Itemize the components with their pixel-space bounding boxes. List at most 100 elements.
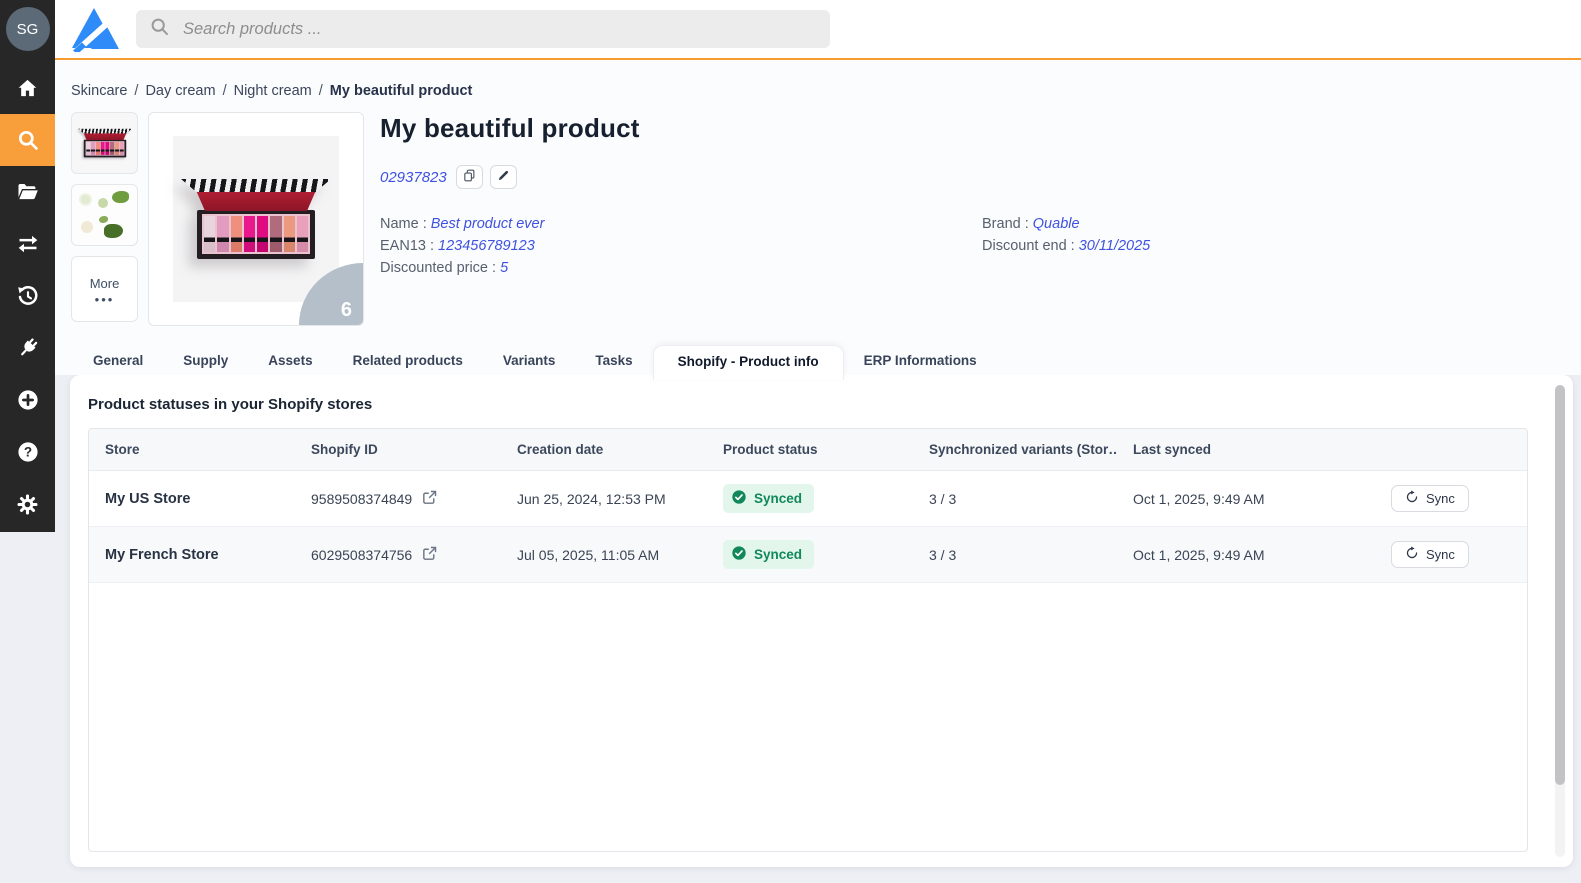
sidebar-item-search[interactable] [0, 114, 55, 166]
sidebar-nav-top [0, 62, 55, 322]
tab-assets[interactable]: Assets [248, 345, 332, 375]
main-content: Skincare / Day cream / Night cream / My beauti… [55, 60, 1581, 883]
column-header: Last synced [1133, 442, 1212, 457]
copy-icon [462, 168, 477, 186]
field-value: Quable [1032, 216, 1080, 232]
breadcrumb: Skincare / Day cream / Night cream / My beauti… [71, 83, 1581, 99]
thumbnail-list: More ••• [71, 112, 138, 326]
external-link-icon[interactable] [421, 545, 438, 565]
product-header-section: Skincare / Day cream / Night cream / My beauti… [55, 60, 1581, 345]
store-name: My US Store [105, 490, 191, 507]
shopify-panel: Product statuses in your Shopify stores … [70, 375, 1573, 867]
app-window: SG ? Search products ... Skincare / Day … [0, 0, 1581, 883]
field-value: 123456789123 [438, 238, 535, 254]
panel-scrollbar[interactable] [1555, 385, 1565, 857]
tab-variants[interactable]: Variants [483, 345, 576, 375]
sidebar: SG ? [0, 0, 55, 532]
tab-general[interactable]: General [73, 345, 163, 375]
copy-id-button[interactable] [455, 165, 483, 189]
column-header: Product status [723, 442, 818, 457]
breadcrumb-item[interactable]: Night cream [234, 83, 312, 99]
sidebar-item-history[interactable] [0, 270, 55, 322]
tab-related-products[interactable]: Related products [333, 345, 483, 375]
status-label: Synced [754, 547, 803, 562]
product-field: EAN13 : 123456789123 [380, 238, 982, 254]
sync-button[interactable]: Sync [1391, 541, 1469, 568]
breadcrumb-item[interactable]: Skincare [71, 83, 127, 99]
sync-button[interactable]: Sync [1391, 485, 1469, 512]
sidebar-item-home[interactable] [0, 62, 55, 114]
column-header: Shopify ID [311, 442, 378, 457]
sync-label: Sync [1426, 547, 1455, 562]
column-header: Creation date [517, 442, 604, 457]
palette-image [77, 128, 132, 158]
column-header: Synchronized variants (Stor… [929, 442, 1117, 457]
store-name: My French Store [105, 546, 219, 563]
synced-variants: 3 / 3 [929, 490, 957, 507]
tab-supply[interactable]: Supply [163, 345, 248, 375]
ellipsis-icon: ••• [94, 292, 115, 307]
sidebar-item-settings[interactable] [0, 478, 55, 530]
palette-image-large [181, 179, 331, 259]
avatar[interactable]: SG [5, 7, 50, 51]
product-thumbnail-palette[interactable] [71, 112, 138, 174]
search-input-icon [149, 16, 170, 42]
field-value: 30/11/2025 [1078, 238, 1151, 254]
flatlay-image [79, 193, 92, 206]
creation-date: Jun 25, 2024, 12:53 PM [517, 490, 666, 507]
table-header: Store Shopify ID Creation date Product stat… [89, 429, 1527, 471]
search-icon [16, 128, 40, 152]
pencil-icon [497, 169, 510, 185]
field-label: Brand : [982, 216, 1033, 232]
product-id: 02937823 [380, 168, 447, 186]
product-field: Discounted price : 5 [380, 260, 982, 276]
table-row: My US Store 9589508374849 Jun 25, 2024, … [89, 471, 1527, 527]
table-body: My US Store 9589508374849 Jun 25, 2024, … [89, 471, 1527, 583]
check-circle-icon [731, 545, 747, 564]
scrollbar-thumb[interactable] [1555, 385, 1565, 785]
breadcrumb-separator: / [222, 83, 227, 99]
sidebar-item-documents[interactable] [0, 166, 55, 218]
field-value: Best product ever [430, 216, 545, 232]
panel-heading: Product statuses in your Shopify stores [88, 396, 373, 413]
product-fields-right: Brand : Quable Discount end : 30/11/2025 [982, 216, 1150, 276]
plug-icon [16, 336, 40, 360]
status-label: Synced [754, 491, 803, 506]
more-label: More [89, 276, 120, 291]
more-images-button[interactable]: More ••• [71, 256, 138, 322]
tab-erp-informations[interactable]: ERP Informations [844, 345, 997, 375]
sidebar-item-transfers[interactable] [0, 218, 55, 270]
table-row: My French Store 6029508374756 Jul 05, 20… [89, 527, 1527, 583]
refresh-icon [1405, 546, 1419, 563]
page-title: My beautiful product [380, 113, 640, 143]
creation-date: Jul 05, 2025, 11:05 AM [517, 546, 660, 563]
search-input[interactable] [181, 18, 817, 40]
product-field: Discount end : 30/11/2025 [982, 238, 1150, 254]
quable-logo[interactable] [69, 6, 120, 58]
shopify-id: 9589508374849 [311, 490, 413, 507]
check-circle-icon [731, 489, 747, 508]
tab-shopify-product-info[interactable]: Shopify - Product info [652, 345, 844, 380]
breadcrumb-item: My beautiful product [329, 83, 473, 99]
sidebar-item-help[interactable]: ? [0, 426, 55, 478]
refresh-icon [1405, 490, 1419, 507]
product-field: Brand : Quable [982, 216, 1150, 232]
history-icon [16, 284, 40, 308]
topbar [55, 0, 1581, 60]
field-value: 5 [500, 260, 509, 276]
product-main-image[interactable]: 6 [148, 112, 364, 326]
product-fields-left: Name : Best product ever EAN13 : 12345678… [380, 216, 982, 276]
sidebar-item-integrations[interactable] [0, 322, 55, 374]
product-thumbnail-flatlay[interactable] [71, 184, 138, 246]
external-link-icon[interactable] [421, 489, 438, 509]
edit-id-button[interactable] [489, 165, 517, 189]
main-image-canvas [173, 136, 339, 302]
transfer-arrows-icon [16, 232, 40, 256]
sidebar-item-add[interactable] [0, 374, 55, 426]
breadcrumb-item[interactable]: Day cream [145, 83, 215, 99]
help-circle-icon: ? [16, 440, 40, 464]
global-search[interactable] [136, 10, 830, 48]
tab-tasks[interactable]: Tasks [575, 345, 652, 375]
breadcrumb-separator: / [318, 83, 323, 99]
tab-bar: General Supply Assets Related products Varia… [55, 345, 1581, 380]
